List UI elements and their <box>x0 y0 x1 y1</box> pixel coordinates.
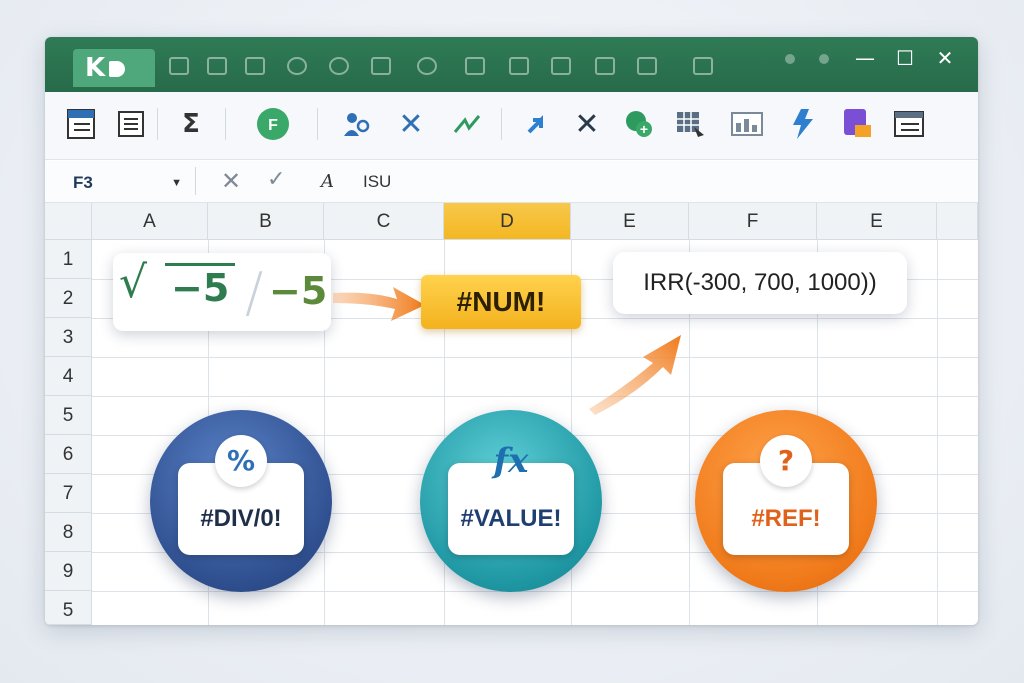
divider-slash: / <box>245 261 264 324</box>
print-icon[interactable] <box>465 57 485 75</box>
cross-icon[interactable]: ✕ <box>393 106 429 142</box>
sqrt-callout: √ −5 / −5 <box>113 253 331 331</box>
app-logo-text: K <box>85 53 106 83</box>
check-icon[interactable] <box>329 57 349 75</box>
num-error-cell[interactable]: #NUM! <box>421 275 581 329</box>
sum-icon[interactable]: Σ <box>173 106 209 142</box>
title-bar: K — ☐ ✕ <box>45 37 978 92</box>
close-button[interactable]: ✕ <box>933 46 957 70</box>
flash-icon[interactable] <box>785 106 821 142</box>
svg-text:+: + <box>640 121 648 137</box>
fx-icon: fx <box>493 441 529 481</box>
filter-icon[interactable] <box>371 57 391 75</box>
status-dot-icon <box>785 54 795 64</box>
insert-function-button[interactable]: A <box>321 171 334 192</box>
sqrt-icon: √ <box>119 257 148 308</box>
panel-icon[interactable] <box>595 57 615 75</box>
row-header-5[interactable]: 5 <box>45 396 92 435</box>
row-header-1[interactable]: 1 <box>45 240 92 279</box>
layout-icon[interactable] <box>891 106 927 142</box>
svg-text:F: F <box>268 117 278 134</box>
chevron-down-icon[interactable]: ▼ <box>171 169 182 197</box>
arrow-up-icon <box>589 335 681 415</box>
result-value: −5 <box>269 269 328 313</box>
row-header-6[interactable]: 6 <box>45 435 92 474</box>
value-error-badge: fx #VALUE! <box>420 410 602 592</box>
row-header-3[interactable]: 3 <box>45 318 92 357</box>
function-icon[interactable]: F <box>255 106 291 142</box>
column-header-c[interactable]: C <box>324 203 444 240</box>
row-header-8[interactable]: 8 <box>45 513 92 552</box>
form-icon[interactable] <box>839 106 875 142</box>
column-header-e2[interactable]: E <box>817 203 937 240</box>
row-header-10[interactable]: 5 <box>45 591 92 625</box>
value-error-label: #VALUE! <box>460 505 562 532</box>
spreadsheet-window: K — ☐ ✕ Σ F ✕ ✕ + F3 ▼ ✕ ✓ A ISU A B C D… <box>45 37 978 625</box>
refresh-icon[interactable] <box>287 57 307 75</box>
chart-icon[interactable] <box>729 106 765 142</box>
badge-card: ? #REF! <box>723 435 849 555</box>
ribbon-separator <box>157 108 158 140</box>
app-logo[interactable]: K <box>73 49 155 87</box>
ribbon-separator <box>317 108 318 140</box>
badge-card: % #DIV/0! <box>178 435 304 555</box>
redo-icon[interactable] <box>417 57 437 75</box>
column-header-d[interactable]: D <box>444 203 571 240</box>
edit-icon[interactable] <box>551 57 571 75</box>
column-header-f[interactable]: F <box>689 203 817 240</box>
app-logo-dot-icon <box>109 61 126 77</box>
row-header-2[interactable]: 2 <box>45 279 92 318</box>
quick-access-icon[interactable] <box>169 57 189 75</box>
grid-line <box>92 357 978 358</box>
sqrt-value: −5 <box>165 263 236 310</box>
name-box[interactable]: F3 ▼ <box>59 169 184 197</box>
div-zero-badge: % #DIV/0! <box>150 410 332 592</box>
div-zero-label: #DIV/0! <box>200 505 282 532</box>
formula-separator <box>195 167 196 195</box>
select-all-corner[interactable] <box>45 203 92 240</box>
arrow-right-icon <box>333 287 425 321</box>
grid-line <box>92 396 978 397</box>
table-icon[interactable] <box>673 106 709 142</box>
grid-line <box>937 240 938 625</box>
cancel-icon[interactable]: ✕ <box>221 167 241 195</box>
grid-line <box>92 591 978 592</box>
column-header-b[interactable]: B <box>208 203 324 240</box>
maximize-button[interactable]: ☐ <box>893 46 917 70</box>
percent-icon: % <box>215 435 267 487</box>
row-header-4[interactable]: 4 <box>45 357 92 396</box>
row-header-7[interactable]: 7 <box>45 474 92 513</box>
column-header-a[interactable]: A <box>92 203 208 240</box>
ribbon-separator <box>501 108 502 140</box>
quick-access-icon[interactable] <box>245 57 265 75</box>
status-dot-icon <box>819 54 829 64</box>
row-header-9[interactable]: 9 <box>45 552 92 591</box>
window-icon[interactable] <box>509 57 529 75</box>
quick-access-icon[interactable] <box>207 57 227 75</box>
close-icon[interactable]: ✕ <box>569 106 605 142</box>
trend-icon[interactable] <box>449 106 485 142</box>
question-icon: ? <box>760 435 812 487</box>
list-icon[interactable] <box>637 57 657 75</box>
column-header-blank[interactable] <box>937 203 978 240</box>
briefcase-icon[interactable] <box>693 57 713 75</box>
confirm-icon[interactable]: ✓ <box>267 167 285 192</box>
minimize-button[interactable]: — <box>853 46 877 70</box>
formula-bar: F3 ▼ ✕ ✓ A ISU <box>45 161 978 203</box>
ribbon-toolbar: Σ F ✕ ✕ + <box>45 92 978 160</box>
add-icon[interactable]: + <box>621 106 657 142</box>
ref-error-label: #REF! <box>751 505 821 532</box>
ref-error-badge: ? #REF! <box>695 410 877 592</box>
irr-formula-callout: IRR(-300, 700, 1000)) <box>613 252 907 314</box>
column-header-e[interactable]: E <box>571 203 689 240</box>
sheet-icon[interactable] <box>63 106 99 142</box>
upload-icon[interactable] <box>519 106 555 142</box>
badge-card: fx #VALUE! <box>448 441 574 555</box>
people-icon[interactable] <box>339 106 375 142</box>
cell-reference: F3 <box>73 173 93 192</box>
ribbon-separator <box>225 108 226 140</box>
document-icon[interactable] <box>113 106 149 142</box>
formula-input[interactable]: ISU <box>363 172 391 192</box>
